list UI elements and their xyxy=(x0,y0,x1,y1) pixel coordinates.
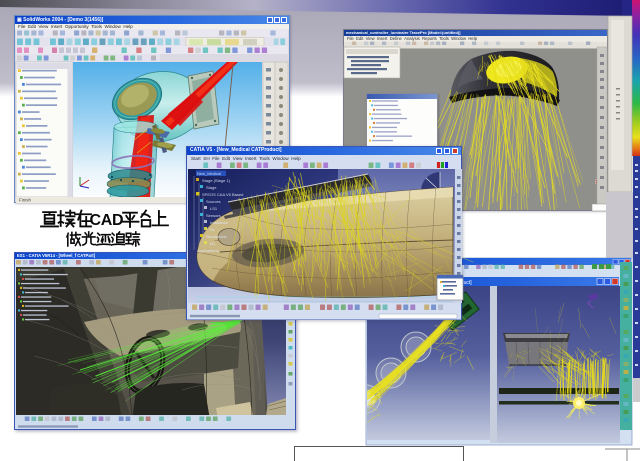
svg-text:Simulations: Simulations xyxy=(206,234,227,239)
svg-text:Irradiance: Irradiance xyxy=(210,220,229,225)
svg-text:D1: D1 xyxy=(210,241,216,246)
svg-text:Stage: Stage xyxy=(206,185,217,190)
svg-text:SPEOS CAA V5 Based: SPEOS CAA V5 Based xyxy=(202,192,243,197)
svg-text:Sources: Sources xyxy=(206,199,221,204)
svg-text:Sensors: Sensors xyxy=(206,213,221,218)
svg-text:S1: S1 xyxy=(210,227,216,232)
svg-text:Stage (Stage 1): Stage (Stage 1) xyxy=(202,178,231,183)
svg-text:Applications: Applications xyxy=(197,248,219,253)
svg-text:New_Medical: New_Medical xyxy=(197,171,221,176)
svg-text:LS1: LS1 xyxy=(210,206,218,211)
